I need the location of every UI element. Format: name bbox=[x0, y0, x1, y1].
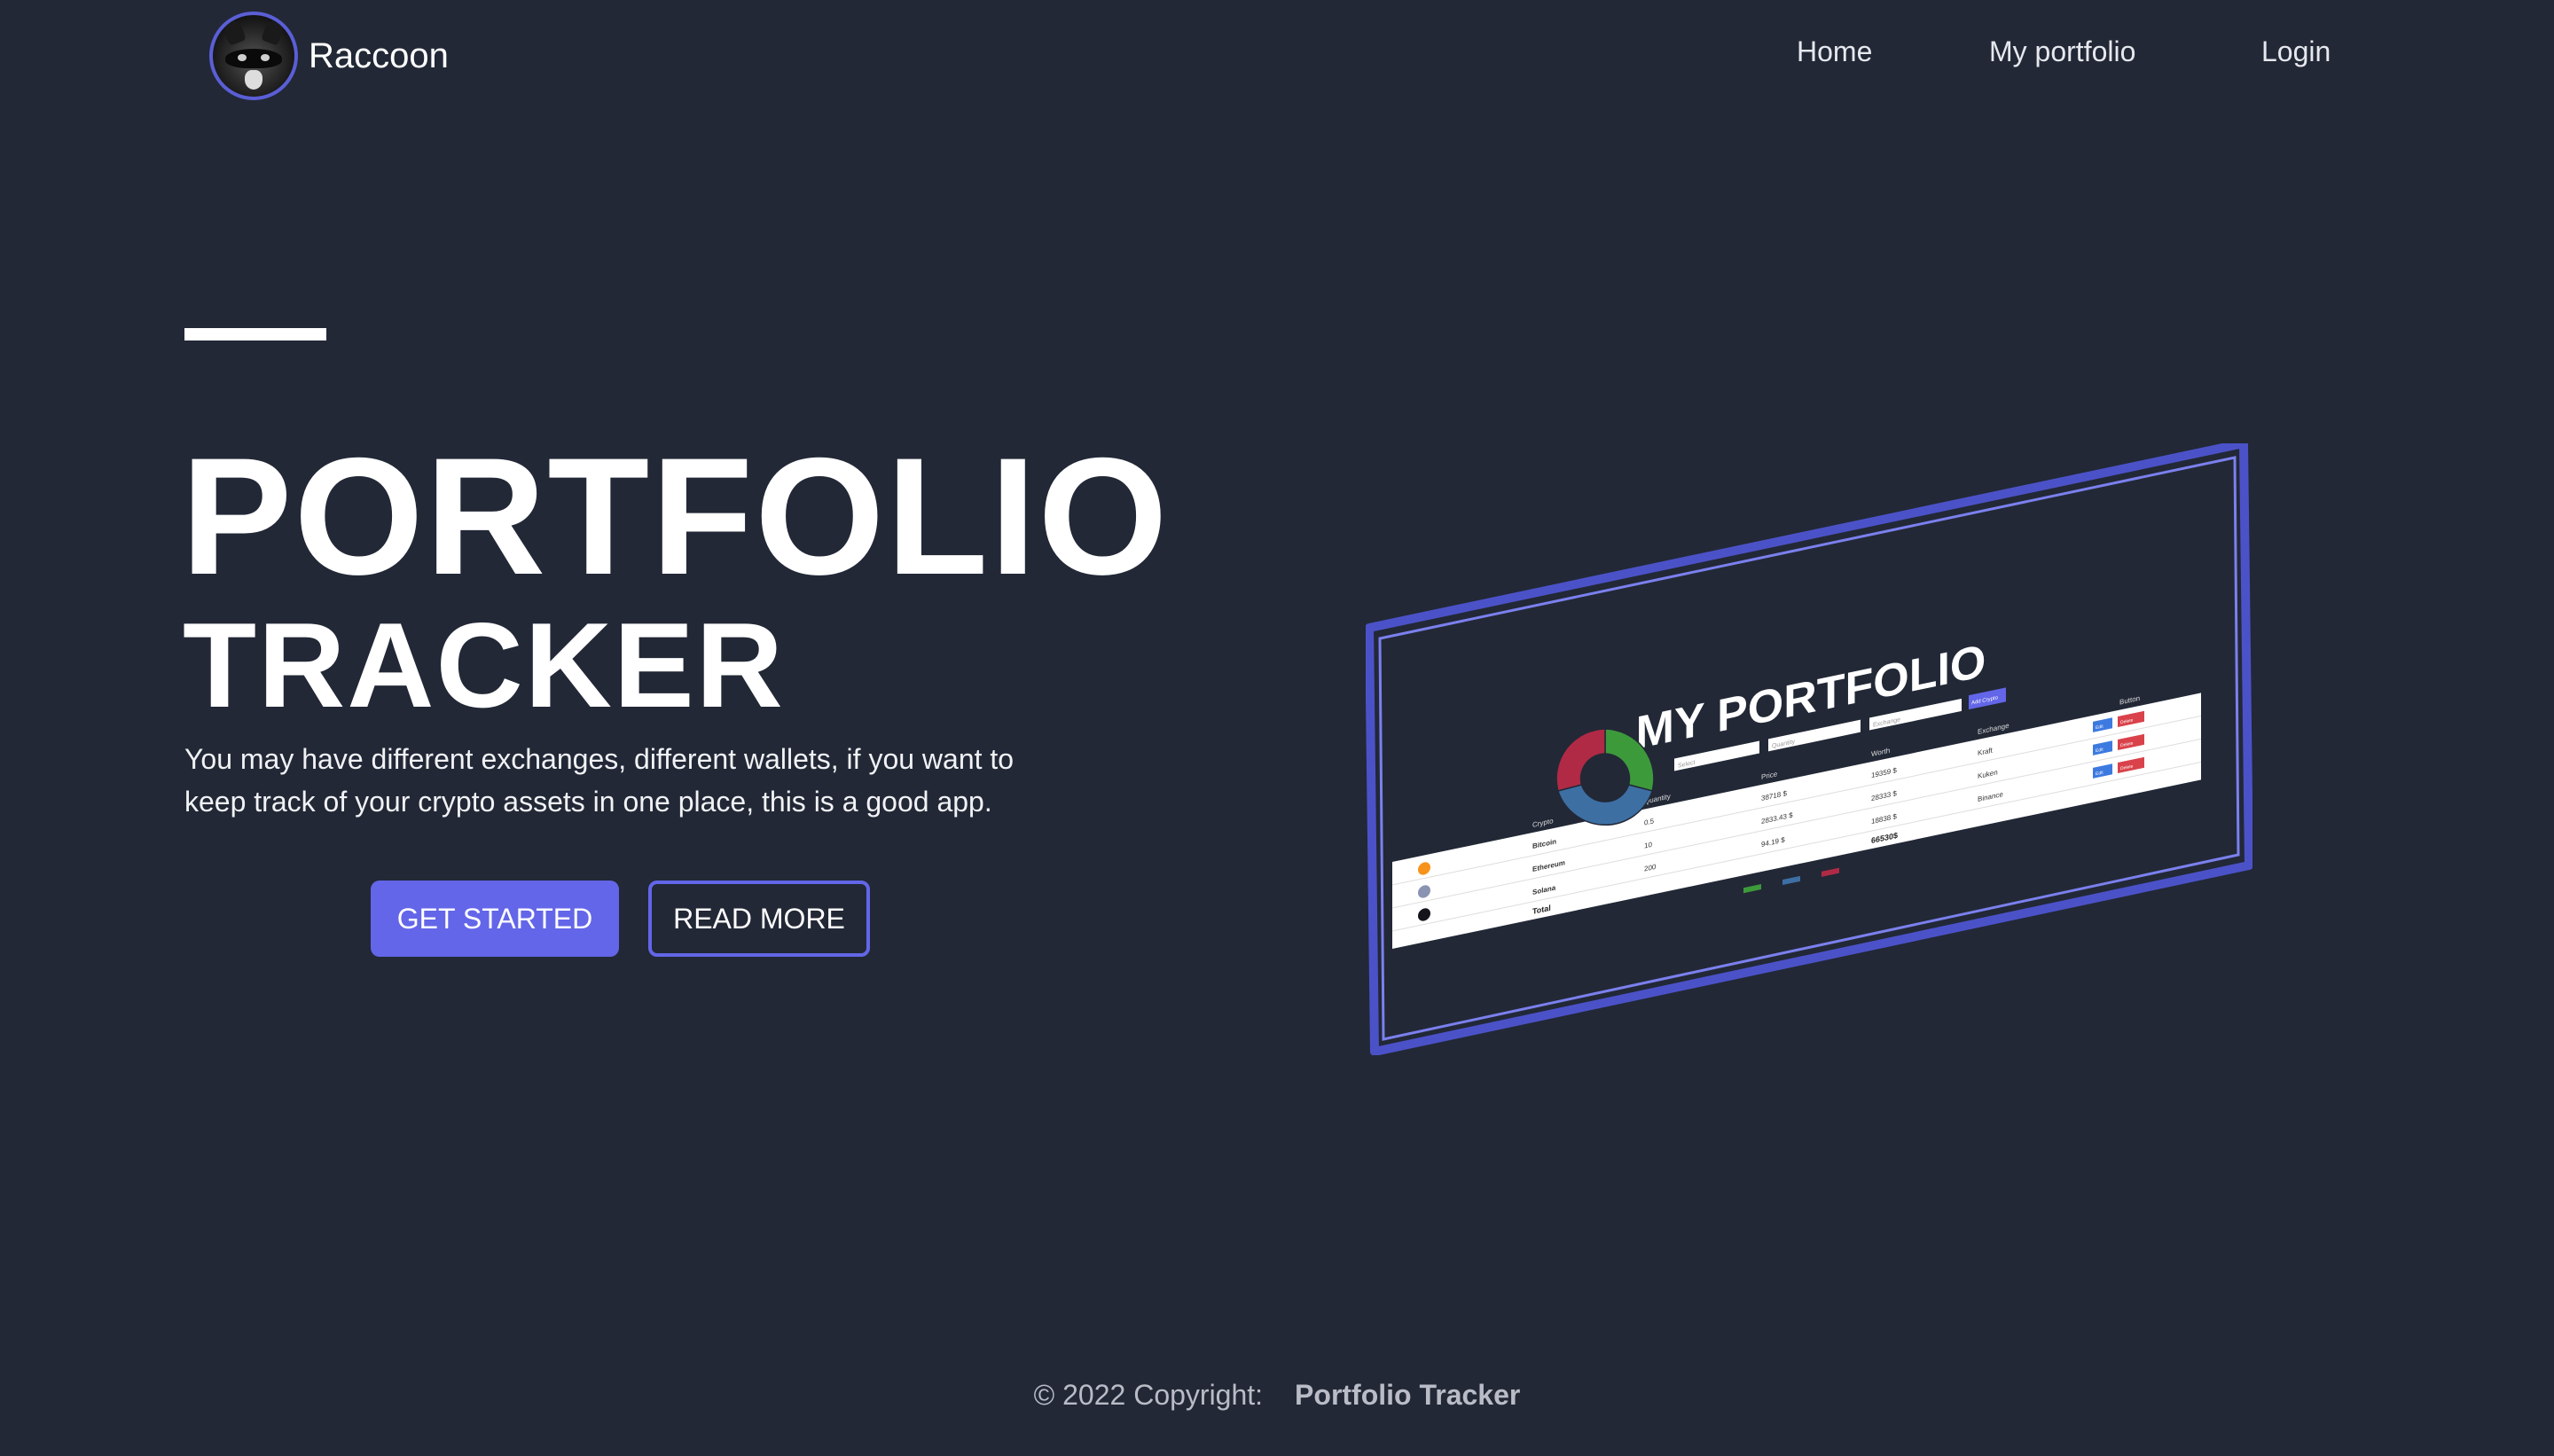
footer: © 2022 Copyright: Portfolio Tracker bbox=[0, 1379, 2554, 1412]
portfolio-preview-image: MY PORTFOLIO Select Quantity Exchange Ad… bbox=[1365, 439, 2253, 1056]
nav-login-link[interactable]: Login bbox=[2261, 35, 2331, 80]
footer-copyright: © 2022 Copyright: bbox=[1033, 1379, 1264, 1411]
brand[interactable]: Raccoon bbox=[209, 9, 449, 103]
hero-description: You may have different exchanges, differ… bbox=[184, 743, 1015, 818]
get-started-button[interactable]: GET STARTED bbox=[371, 881, 619, 957]
brand-name: Raccoon bbox=[309, 35, 449, 75]
footer-site-link[interactable]: Portfolio Tracker bbox=[1295, 1379, 1520, 1411]
raccoon-logo-icon bbox=[209, 12, 298, 100]
hero-title-line1: PORTFOLIO bbox=[181, 423, 1170, 609]
nav-my-portfolio-link[interactable]: My portfolio bbox=[1989, 35, 2135, 80]
hero-accent-bar bbox=[184, 328, 326, 341]
hero-title-line2: TRACKER bbox=[183, 598, 785, 732]
read-more-button[interactable]: READ MORE bbox=[648, 881, 870, 957]
nav-home-link[interactable]: Home bbox=[1797, 35, 1872, 80]
top-navbar: Raccoon Home My portfolio Login bbox=[0, 0, 2554, 115]
